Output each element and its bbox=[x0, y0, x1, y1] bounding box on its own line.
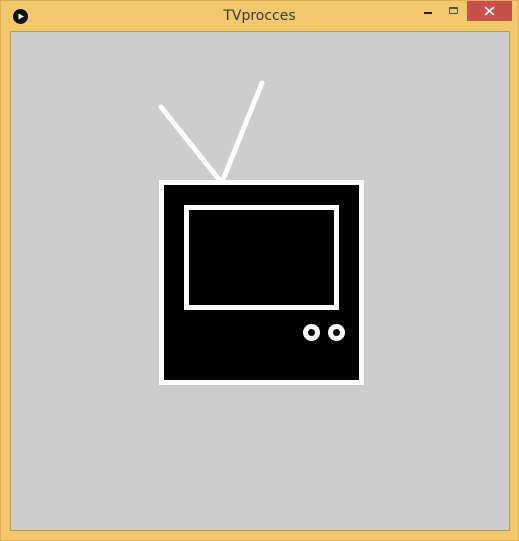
title-bar[interactable]: TVprocces bbox=[1, 1, 518, 31]
tv-screen bbox=[184, 205, 339, 310]
right-antenna bbox=[219, 80, 265, 185]
knob-right bbox=[328, 324, 345, 341]
minimize-button[interactable] bbox=[415, 1, 441, 21]
close-icon bbox=[484, 6, 495, 16]
maximize-icon bbox=[449, 7, 458, 14]
maximize-button[interactable] bbox=[441, 1, 467, 21]
knob-left bbox=[303, 324, 320, 341]
sketch-canvas[interactable] bbox=[10, 31, 510, 531]
tv-drawing bbox=[158, 80, 364, 385]
close-button[interactable] bbox=[467, 1, 512, 21]
app-window: TVprocces bbox=[0, 0, 519, 541]
minimize-icon bbox=[424, 12, 432, 14]
left-antenna bbox=[158, 104, 224, 185]
